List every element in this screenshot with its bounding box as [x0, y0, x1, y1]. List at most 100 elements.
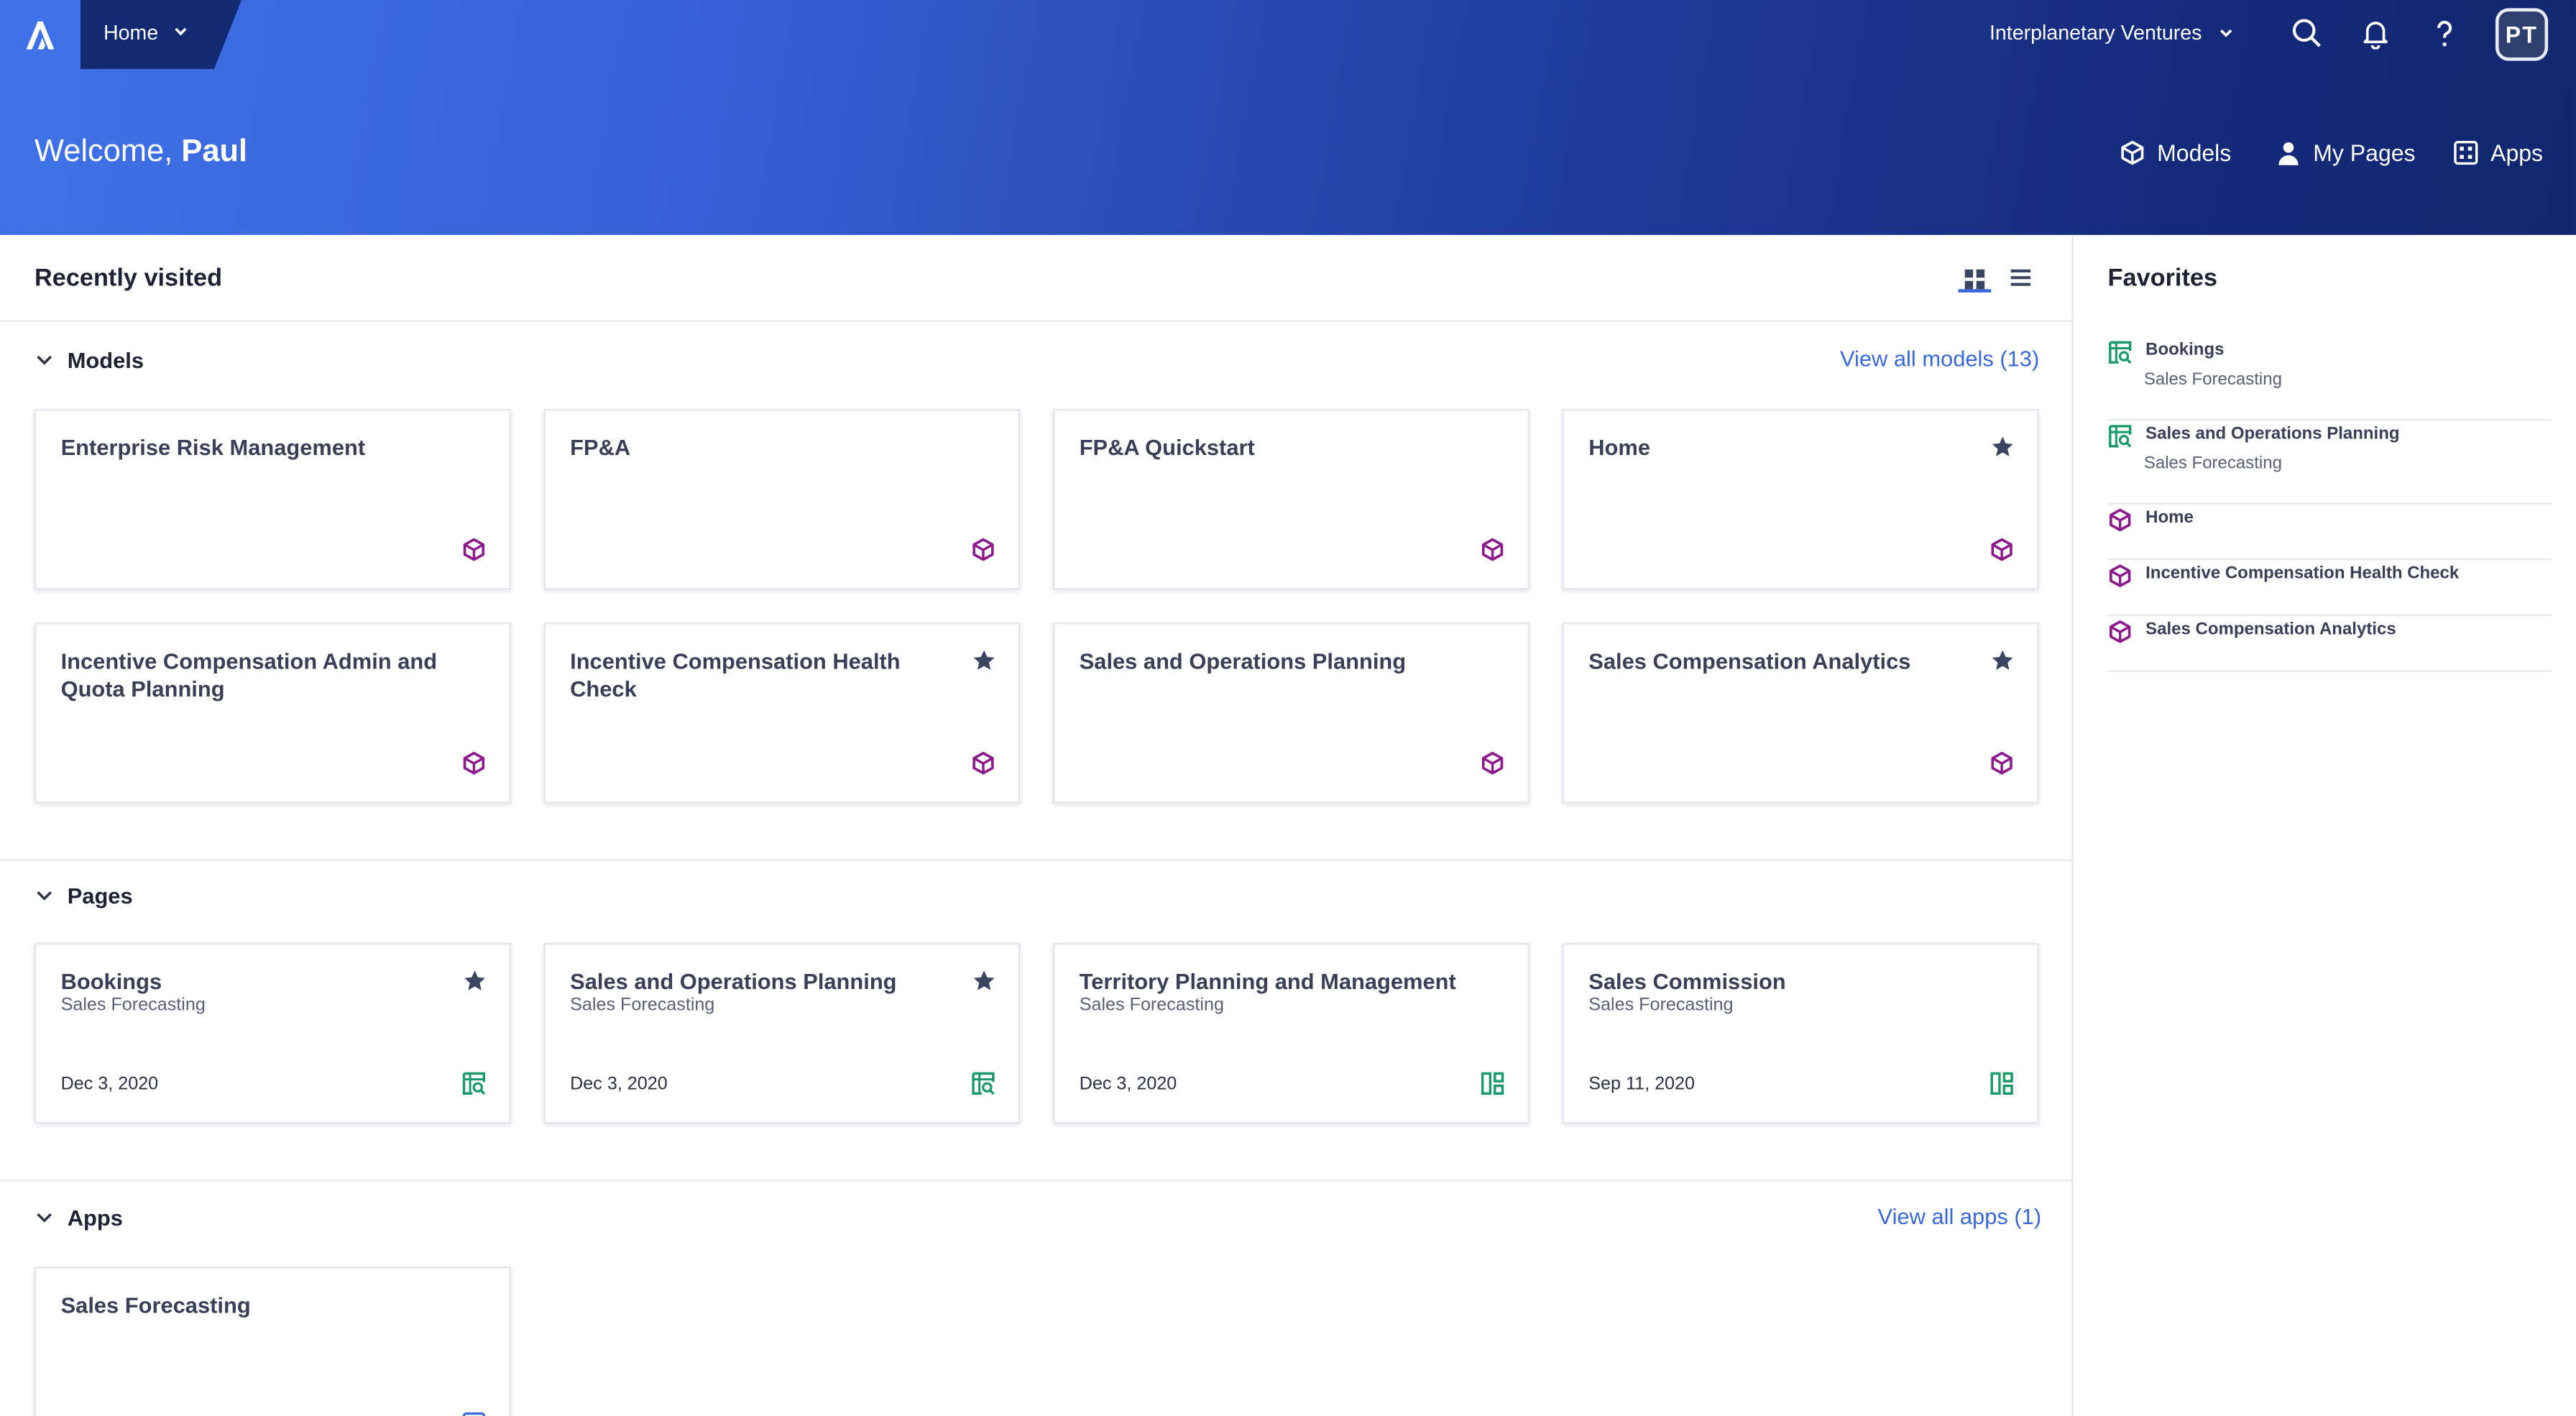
card-title: Territory Planning and Management [1079, 969, 1456, 994]
chevron-down-icon [37, 891, 52, 901]
model-card[interactable]: Sales Compensation Analytics [1562, 622, 2039, 804]
star-favorite-icon[interactable] [972, 970, 995, 993]
nav-apps-link[interactable]: Apps [2453, 138, 2544, 167]
recently-visited-title: Recently visited [34, 264, 223, 293]
page-card[interactable]: Sales and Operations Planning Sales Forec… [543, 942, 1021, 1124]
bell-icon[interactable] [2359, 17, 2392, 50]
page-card[interactable]: Sales Commission Sales Forecasting Sep 11,… [1562, 942, 2039, 1124]
card-date: Dec 3, 2020 [1079, 1074, 1177, 1095]
anaplan-logo-icon[interactable] [17, 13, 63, 55]
apps-grid-icon [2454, 140, 2478, 165]
favorite-item[interactable]: Incentive Compensation Health Check [2107, 560, 2552, 617]
chevron-down-icon [37, 355, 52, 365]
card-title: Sales and Operations Planning [1079, 648, 1407, 674]
card-date: Dec 3, 2020 [60, 1074, 159, 1095]
user-avatar[interactable]: PT [2495, 8, 2549, 61]
model-cube-icon [971, 537, 995, 561]
divider [0, 1180, 2074, 1182]
model-cube-icon [461, 537, 486, 561]
help-icon[interactable] [2428, 17, 2461, 50]
star-favorite-icon[interactable] [1991, 436, 2014, 459]
pages-section-title: Pages [67, 883, 133, 908]
card-title: Bookings [60, 969, 162, 994]
models-section-toggle[interactable]: Models [34, 344, 144, 377]
model-card[interactable]: Sales and Operations Planning [1053, 622, 1530, 804]
recently-visited-panel: Recently visited Models View all models … [0, 234, 2074, 1416]
grid-page-icon [2108, 340, 2133, 364]
welcome-message: Welcome, Paul [34, 134, 247, 170]
nav-apps-label: Apps [2490, 139, 2544, 166]
card-title: FP&A Quickstart [1079, 435, 1255, 460]
star-favorite-icon[interactable] [1991, 649, 2014, 672]
page-card[interactable]: Territory Planning and Management Sales F… [1053, 942, 1530, 1124]
card-subtitle: Sales Forecasting [60, 996, 206, 1016]
favorite-item[interactable]: Sales and Operations Planning Sales Forec… [2107, 420, 2552, 505]
grid-page-icon [461, 1071, 486, 1095]
favorite-name: Home [2145, 507, 2194, 528]
board-page-icon [1480, 1071, 1504, 1095]
home-menu-tab[interactable]: Home [80, 0, 242, 69]
apps-section-toggle[interactable]: Apps [34, 1201, 123, 1234]
card-subtitle: Sales Forecasting [1588, 996, 1734, 1016]
nav-models-label: Models [2157, 139, 2232, 166]
person-icon [2278, 142, 2299, 165]
model-cube-icon [2108, 564, 2133, 588]
card-date: Sep 11, 2020 [1588, 1074, 1696, 1095]
favorite-name: Sales Compensation Analytics [2145, 619, 2396, 640]
card-title: Incentive Compensation Health Check [570, 648, 901, 701]
model-card[interactable]: FP&A [543, 409, 1021, 590]
org-selector[interactable]: Interplanetary Ventures [1990, 22, 2202, 45]
model-cube-icon [1990, 751, 2014, 776]
card-title: Incentive Compensation Admin and Quota P… [60, 648, 438, 701]
favorite-subtitle: Sales Forecasting [2143, 369, 2282, 390]
favorite-name: Incentive Compensation Health Check [2145, 563, 2460, 584]
pages-section-toggle[interactable]: Pages [34, 879, 133, 912]
view-all-models-link[interactable]: View all models (13) [1840, 346, 2039, 371]
favorites-title: Favorites [2107, 264, 2218, 293]
grid-view-active-indicator [1958, 289, 1992, 293]
model-cube-icon [461, 751, 486, 776]
favorite-item[interactable]: Sales Compensation Analytics [2107, 616, 2552, 672]
card-date: Dec 3, 2020 [570, 1074, 668, 1095]
nav-my-pages-label: My Pages [2313, 139, 2416, 166]
favorite-name: Sales and Operations Planning [2145, 423, 2400, 444]
star-favorite-icon[interactable] [972, 649, 995, 672]
card-title: Home [1588, 435, 1651, 460]
view-all-apps-link[interactable]: View all apps (1) [1878, 1204, 2042, 1228]
card-subtitle: Sales Forecasting [1079, 996, 1224, 1016]
model-card[interactable]: Home [1562, 409, 2039, 590]
model-card[interactable]: Enterprise Risk Management [34, 409, 511, 590]
model-card[interactable]: Incentive Compensation Health Check [543, 622, 1021, 804]
grid-page-icon [2108, 424, 2133, 449]
chevron-down-icon [175, 27, 187, 36]
nav-models-link[interactable]: Models [2120, 138, 2232, 167]
page-card[interactable]: Bookings Sales Forecasting Dec 3, 2020 [34, 942, 511, 1124]
model-card[interactable]: Incentive Compensation Admin and Quota P… [34, 622, 511, 804]
app-card[interactable]: Sales Forecasting [34, 1266, 511, 1416]
models-section-title: Models [67, 347, 144, 372]
model-cube-icon [1480, 751, 1504, 776]
welcome-prefix: Welcome, [34, 134, 182, 170]
board-page-icon [1990, 1071, 2014, 1095]
model-cube-icon [2108, 507, 2133, 532]
apps-section-title: Apps [67, 1205, 123, 1230]
chevron-down-icon[interactable] [2218, 24, 2235, 41]
app-icon [461, 1411, 486, 1416]
card-title: Sales and Operations Planning [570, 969, 897, 994]
model-cube-icon [2108, 620, 2133, 644]
model-card[interactable]: FP&A Quickstart [1053, 409, 1530, 590]
star-favorite-icon[interactable] [464, 970, 487, 993]
top-banner: Home Interplanetary Ventures PT Welcome,… [0, 0, 2576, 235]
list-view-icon[interactable] [2007, 265, 2034, 291]
card-title: Sales Forecasting [60, 1292, 251, 1318]
favorite-item[interactable]: Home [2107, 505, 2552, 561]
nav-my-pages-link[interactable]: My Pages [2276, 138, 2416, 167]
favorite-item[interactable]: Bookings Sales Forecasting [2107, 337, 2552, 421]
divider [0, 320, 2074, 322]
card-title: Sales Compensation Analytics [1588, 648, 1911, 674]
search-icon[interactable] [2290, 17, 2323, 50]
model-cube-icon [1480, 537, 1504, 561]
favorite-subtitle: Sales Forecasting [2143, 453, 2282, 474]
divider [0, 859, 2074, 861]
card-subtitle: Sales Forecasting [570, 996, 715, 1016]
